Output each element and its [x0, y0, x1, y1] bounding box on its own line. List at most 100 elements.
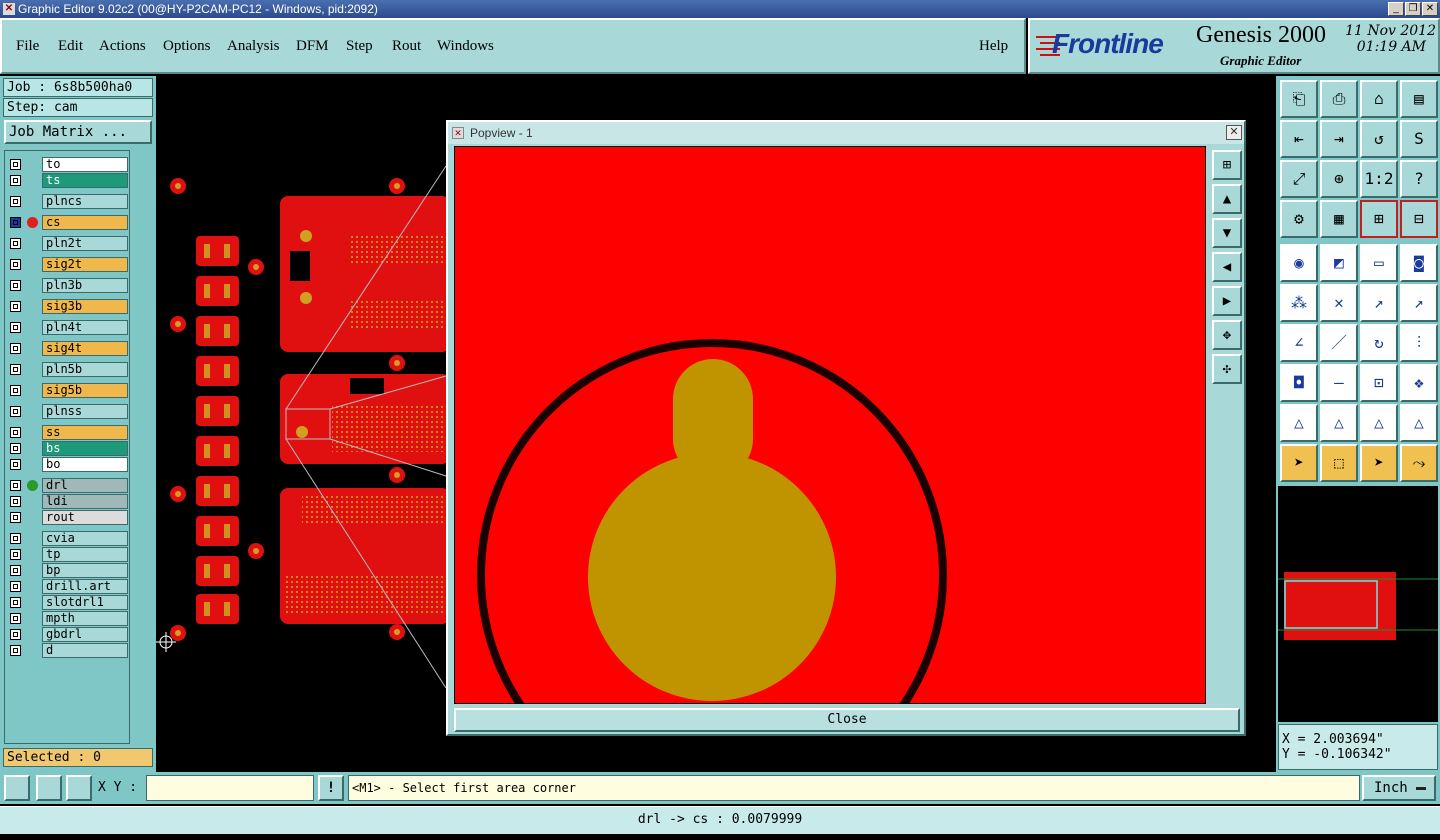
- layer-checkbox[interactable]: [10, 301, 21, 312]
- layers-b-icon[interactable]: ⊟: [1400, 200, 1438, 238]
- close-window-button[interactable]: ✕: [1422, 2, 1438, 16]
- break-line-icon[interactable]: ―: [1320, 364, 1358, 402]
- layer-checkbox[interactable]: [10, 196, 21, 207]
- layer-checkbox[interactable]: [10, 364, 21, 375]
- layer-checkbox[interactable]: [10, 427, 21, 438]
- layer-row-bs[interactable]: bs: [7, 441, 128, 456]
- overview-map[interactable]: [1278, 486, 1438, 722]
- text-fix-icon[interactable]: ⫶: [1400, 324, 1438, 362]
- net-connect-icon[interactable]: ⁂: [1280, 284, 1318, 322]
- layer-checkbox[interactable]: [10, 238, 21, 249]
- layer-checkbox[interactable]: [10, 175, 21, 186]
- xy-input[interactable]: [146, 775, 314, 801]
- group-icon[interactable]: ❖: [1400, 364, 1438, 402]
- layer-checkbox[interactable]: [10, 581, 21, 592]
- grid-icon[interactable]: ▦: [1320, 200, 1358, 238]
- measure-mode-icon[interactable]: [36, 775, 62, 801]
- layer-checkbox[interactable]: [10, 443, 21, 454]
- select-filter-icon[interactable]: ➤: [1360, 444, 1398, 482]
- layer-row-cvia[interactable]: cvia: [7, 531, 128, 546]
- rotate-icon[interactable]: ↻: [1360, 324, 1398, 362]
- layer-row-drill-art[interactable]: drill.art: [7, 579, 128, 594]
- cross-icon[interactable]: ✕: [1320, 284, 1358, 322]
- layer-row-to[interactable]: to: [7, 157, 128, 172]
- layer-checkbox[interactable]: [10, 533, 21, 544]
- layer-row-plnss[interactable]: plnss: [7, 404, 128, 419]
- fit-all-icon[interactable]: ⤢: [1280, 160, 1318, 198]
- layers-a-icon[interactable]: ⊞: [1360, 200, 1398, 238]
- layer-checkbox[interactable]: [10, 385, 21, 396]
- layer-row-pln2t[interactable]: pln2t: [7, 236, 128, 251]
- menu-dfm[interactable]: DFM: [296, 38, 329, 55]
- popview-zoom-out-icon[interactable]: ✣: [1212, 354, 1242, 384]
- layer-checkbox[interactable]: [10, 549, 21, 560]
- layer-row-rout[interactable]: rout: [7, 510, 128, 525]
- layer-row-pln5b[interactable]: pln5b: [7, 362, 128, 377]
- popview-zoom-fit-icon[interactable]: ⊞: [1212, 150, 1242, 180]
- split-view-icon[interactable]: ▤: [1400, 80, 1438, 118]
- measure-box-icon[interactable]: ⊡: [1360, 364, 1398, 402]
- layer-row-tp[interactable]: tp: [7, 547, 128, 562]
- layer-checkbox[interactable]: [10, 217, 21, 228]
- layer-checkbox[interactable]: [10, 159, 21, 170]
- layer-row-ldi[interactable]: ldi: [7, 494, 128, 509]
- layer-row-bo[interactable]: bo: [7, 457, 128, 472]
- popview-pan-left-icon[interactable]: ◀: [1212, 252, 1242, 282]
- layer-row-sig4t[interactable]: sig4t: [7, 341, 128, 356]
- one-to-two-icon[interactable]: 1:2: [1360, 160, 1398, 198]
- restore-button[interactable]: ❐: [1405, 2, 1421, 16]
- select-box-icon[interactable]: ⬚: [1320, 444, 1358, 482]
- flip-icon[interactable]: S: [1400, 120, 1438, 158]
- popview-pan-right-icon[interactable]: ▶: [1212, 286, 1242, 316]
- settings-icon[interactable]: ⚙: [1280, 200, 1318, 238]
- layer-checkbox[interactable]: [10, 629, 21, 640]
- layer-checkbox[interactable]: [10, 597, 21, 608]
- popview-pan-down-icon[interactable]: ▼: [1212, 218, 1242, 248]
- slant-line-icon[interactable]: ／: [1320, 324, 1358, 362]
- arc-point-icon[interactable]: ↗: [1400, 284, 1438, 322]
- layer-checkbox[interactable]: [10, 613, 21, 624]
- menu-actions[interactable]: Actions: [99, 38, 146, 55]
- layer-row-gbdrl[interactable]: gbdrl: [7, 627, 128, 642]
- line-draw-icon[interactable]: ◩: [1320, 244, 1358, 282]
- job-matrix-button[interactable]: Job Matrix ...: [4, 120, 152, 144]
- move-right-icon[interactable]: ⇥: [1320, 120, 1358, 158]
- layer-checkbox[interactable]: [10, 565, 21, 576]
- layer-row-plncs[interactable]: plncs: [7, 194, 128, 209]
- grid-mode-icon[interactable]: [66, 775, 92, 801]
- snapshot-icon[interactable]: ⎗: [1280, 80, 1318, 118]
- triangle-a-icon[interactable]: △: [1280, 404, 1318, 442]
- menu-options[interactable]: Options: [163, 38, 211, 55]
- zoom-area-icon[interactable]: ⊕: [1320, 160, 1358, 198]
- layer-row-d[interactable]: d: [7, 643, 128, 658]
- layer-checkbox[interactable]: [10, 459, 21, 470]
- layer-checkbox[interactable]: [10, 280, 21, 291]
- menu-analysis[interactable]: Analysis: [227, 38, 280, 55]
- popview-zoom-in-icon[interactable]: ✥: [1212, 320, 1242, 350]
- swap-icon[interactable]: ↺: [1360, 120, 1398, 158]
- snap-mode-icon[interactable]: [4, 775, 30, 801]
- angle-line-icon[interactable]: ∠: [1280, 324, 1318, 362]
- layer-checkbox[interactable]: [10, 496, 21, 507]
- pointer-target-icon[interactable]: ◉: [1280, 244, 1318, 282]
- layer-checkbox[interactable]: [10, 645, 21, 656]
- triangle-d-icon[interactable]: △: [1400, 404, 1438, 442]
- print-icon[interactable]: ⎙: [1320, 80, 1358, 118]
- layer-row-drl[interactable]: drl: [7, 478, 128, 493]
- menu-edit[interactable]: Edit: [58, 38, 83, 55]
- layer-checkbox[interactable]: [10, 259, 21, 270]
- layer-row-slotdrl1[interactable]: slotdrl1: [7, 595, 128, 610]
- layer-row-ts[interactable]: ts: [7, 173, 128, 188]
- menu-windows[interactable]: Windows: [437, 38, 494, 55]
- layer-row-sig5b[interactable]: sig5b: [7, 383, 128, 398]
- layer-checkbox[interactable]: [10, 480, 21, 491]
- layer-checkbox[interactable]: [10, 512, 21, 523]
- menu-file[interactable]: File: [16, 38, 39, 55]
- menu-step[interactable]: Step: [346, 38, 373, 55]
- home-icon[interactable]: ⌂: [1360, 80, 1398, 118]
- layer-checkbox[interactable]: [10, 406, 21, 417]
- layer-row-sig2t[interactable]: sig2t: [7, 257, 128, 272]
- move-point-icon[interactable]: ↗: [1360, 284, 1398, 322]
- help-icon[interactable]: ?: [1400, 160, 1438, 198]
- layer-row-bp[interactable]: bp: [7, 563, 128, 578]
